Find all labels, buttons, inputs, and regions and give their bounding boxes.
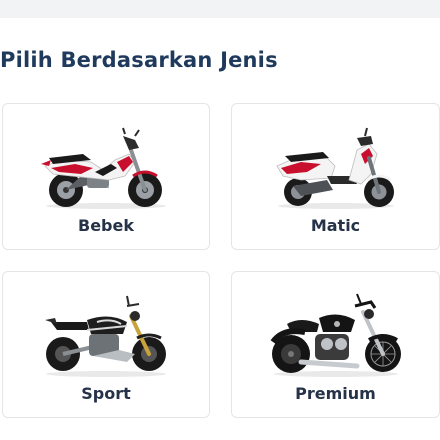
category-card-premium[interactable]: Premium bbox=[231, 271, 440, 418]
category-card-bebek[interactable]: Bebek bbox=[2, 103, 210, 250]
scooter-icon bbox=[232, 114, 439, 214]
category-label: Sport bbox=[81, 384, 131, 403]
underbone-motorcycle-icon bbox=[3, 114, 209, 214]
section-title: Pilih Berdasarkan Jenis bbox=[0, 48, 278, 72]
sport-motorcycle-icon bbox=[3, 282, 209, 382]
category-card-sport[interactable]: Sport bbox=[2, 271, 210, 418]
category-label: Bebek bbox=[78, 216, 134, 235]
category-label: Matic bbox=[310, 216, 361, 235]
category-card-matic[interactable]: Matic bbox=[231, 103, 440, 250]
cruiser-motorcycle-icon bbox=[232, 282, 439, 382]
top-bar bbox=[0, 0, 440, 18]
category-label: Premium bbox=[295, 384, 376, 403]
